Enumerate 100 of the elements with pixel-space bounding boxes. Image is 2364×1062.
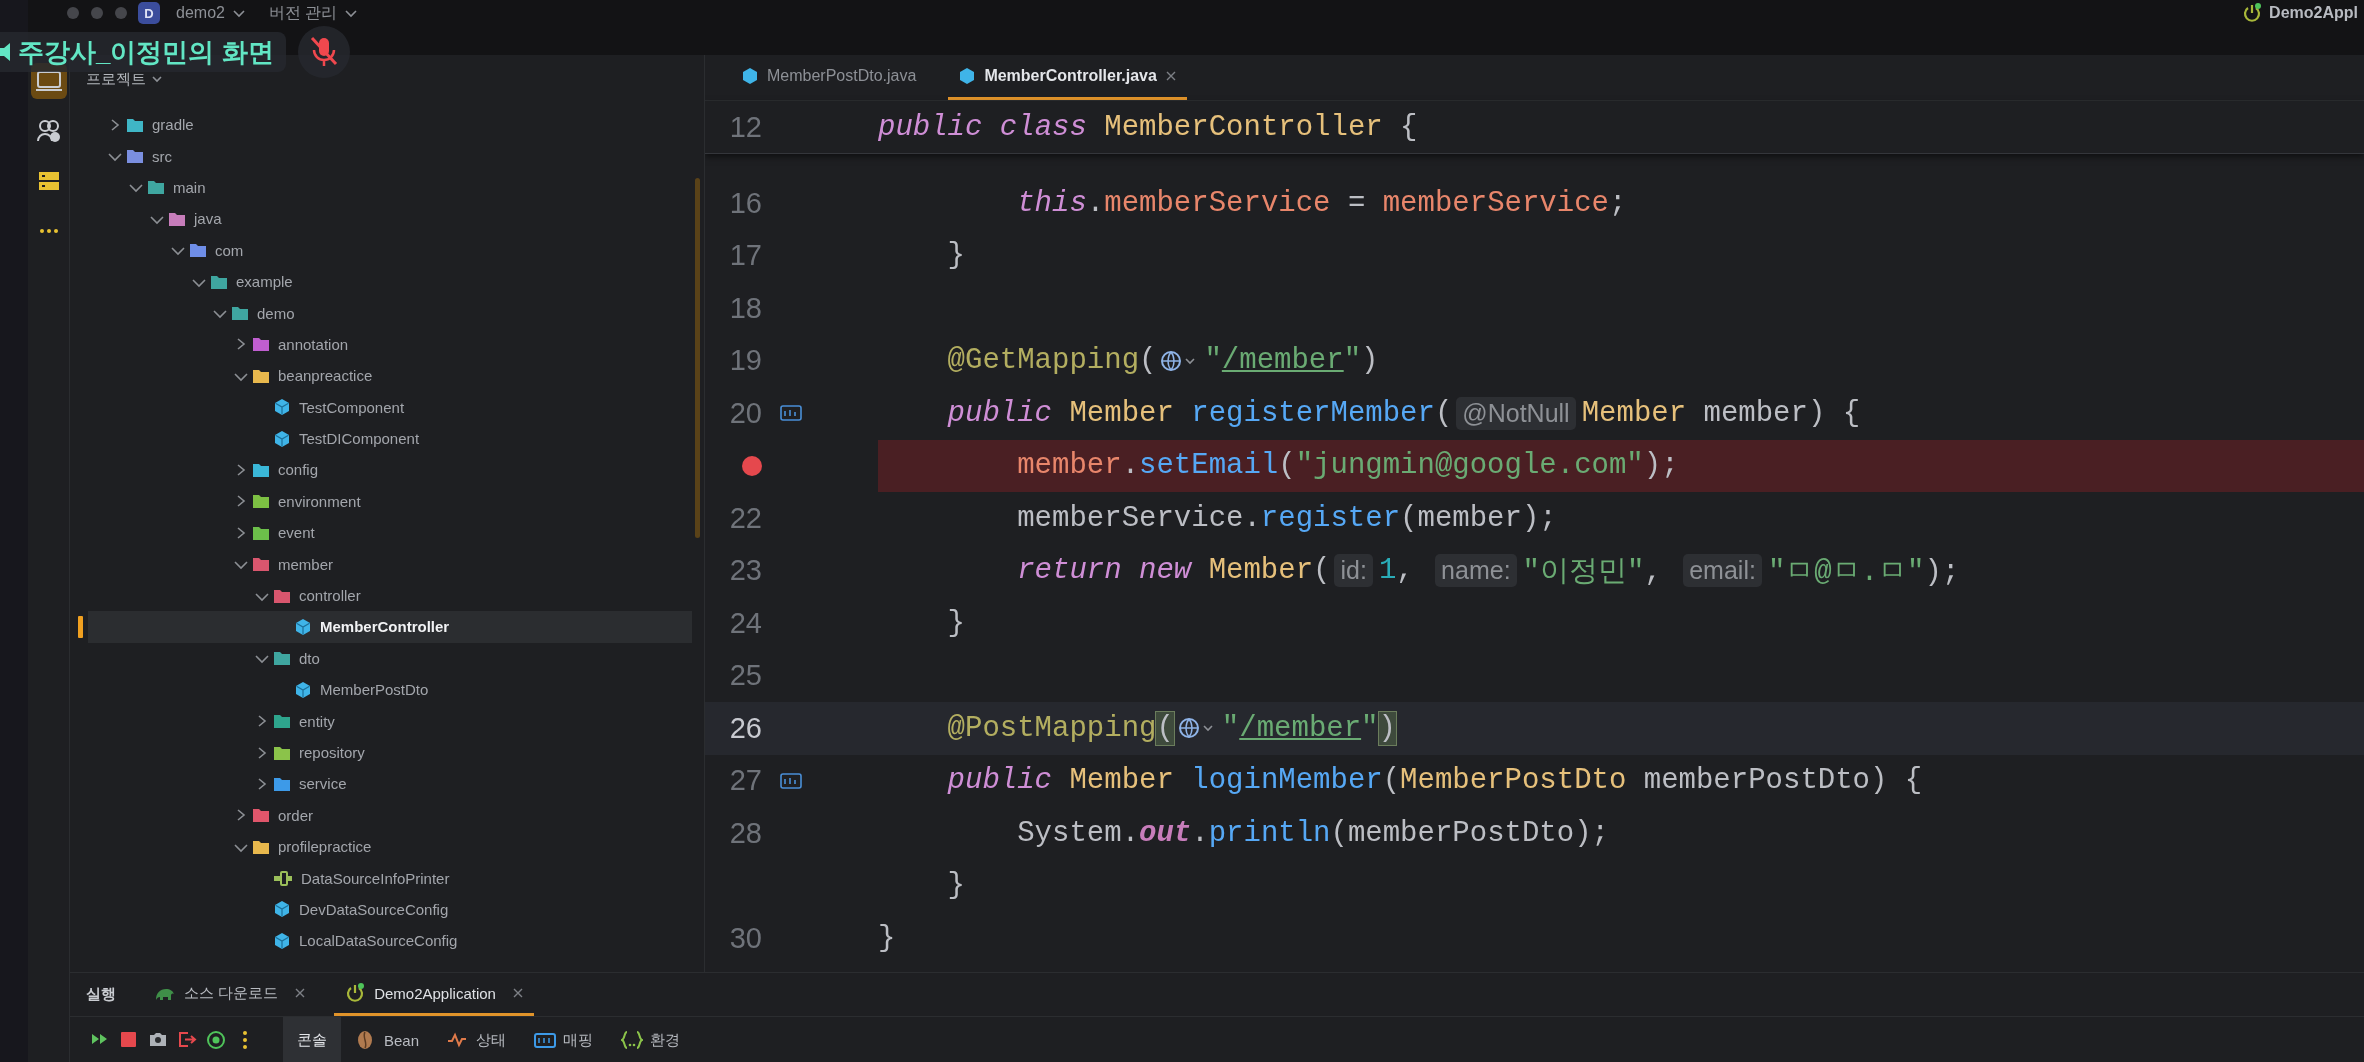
code-text: } bbox=[947, 606, 965, 640]
exit-icon[interactable] bbox=[177, 1030, 197, 1050]
tree-item[interactable]: member bbox=[88, 548, 692, 580]
run-tab[interactable]: Demo2Application bbox=[334, 973, 534, 1016]
tree-item[interactable]: com bbox=[88, 234, 692, 266]
view-tab[interactable]: 상태 bbox=[433, 1017, 521, 1062]
code-text: memberService.register(member); bbox=[1017, 501, 1557, 535]
tree-item[interactable]: gradle bbox=[88, 109, 692, 141]
tree-item[interactable]: DevDataSourceConfig bbox=[88, 893, 692, 926]
endpoint-icon[interactable] bbox=[780, 772, 802, 789]
line-number: 20 bbox=[729, 396, 762, 430]
code-text: Member member) { bbox=[1581, 396, 1861, 430]
view-tab[interactable]: 환경 bbox=[607, 1017, 695, 1062]
folder-icon bbox=[210, 273, 228, 290]
mapping-icon bbox=[534, 1030, 557, 1050]
code-text: System.out.println(memberPostDto); bbox=[1017, 816, 1609, 850]
endpoint-icon[interactable] bbox=[780, 405, 802, 422]
editor-tab[interactable]: MemberPostDto.java bbox=[731, 55, 927, 100]
tree-item[interactable]: profilepractice bbox=[88, 831, 692, 863]
tree-item[interactable]: controller bbox=[88, 579, 692, 612]
line-number: 22 bbox=[729, 501, 762, 535]
tree-item[interactable]: LocalDataSourceConfig bbox=[88, 925, 692, 957]
tree-item[interactable]: repository bbox=[88, 736, 692, 769]
power-icon bbox=[2241, 2, 2264, 24]
tree-item[interactable]: environment bbox=[88, 485, 692, 518]
folder-icon bbox=[252, 524, 270, 541]
project-dropdown[interactable]: demo2 bbox=[170, 2, 253, 24]
class-icon bbox=[273, 429, 291, 448]
vcs-dropdown[interactable]: 버전 관리 bbox=[262, 2, 366, 24]
folder-icon bbox=[273, 775, 291, 792]
close-icon[interactable] bbox=[1164, 70, 1177, 82]
tree-item[interactable]: event bbox=[88, 517, 692, 549]
scrollbar-thumb[interactable] bbox=[695, 178, 700, 538]
inlay-hint: email: bbox=[1683, 554, 1762, 588]
code-text: @GetMapping( bbox=[947, 344, 1157, 378]
tree-item[interactable]: src bbox=[88, 140, 692, 172]
tree-item[interactable]: demo bbox=[88, 297, 692, 329]
run-config-dropdown[interactable]: Demo2Appl bbox=[2235, 2, 2364, 24]
tree-item[interactable]: service bbox=[88, 768, 692, 800]
line-number: 23 bbox=[729, 554, 762, 588]
tree-item[interactable]: beanpreactice bbox=[88, 360, 692, 392]
folder-icon bbox=[126, 148, 144, 165]
folder-icon bbox=[252, 462, 270, 478]
tree-item[interactable]: TestComponent bbox=[88, 391, 692, 423]
tree-item[interactable]: java bbox=[88, 203, 692, 235]
tree-item[interactable]: example bbox=[88, 265, 692, 298]
folder-icon bbox=[273, 713, 291, 730]
tree-item[interactable]: order bbox=[88, 799, 692, 831]
project-view-dropdown[interactable]: 프로젝트 bbox=[86, 68, 164, 90]
people-icon bbox=[34, 117, 63, 145]
line-number: 18 bbox=[729, 291, 762, 325]
breakpoint-icon[interactable] bbox=[742, 455, 762, 476]
folder-icon bbox=[252, 367, 270, 384]
stop-icon[interactable] bbox=[119, 1030, 139, 1050]
close-icon[interactable] bbox=[294, 987, 307, 999]
tree-item[interactable]: config bbox=[88, 454, 692, 486]
tree-item[interactable]: TestDIComponent bbox=[88, 422, 692, 455]
view-tab[interactable]: 매핑 bbox=[520, 1017, 608, 1062]
line-number: 16 bbox=[729, 186, 762, 220]
line-number: 26 bbox=[729, 711, 762, 745]
line-number: 30 bbox=[729, 921, 762, 955]
code-text: } bbox=[947, 869, 965, 903]
code-text: this.memberService = memberService; bbox=[1017, 186, 1627, 220]
view-tab[interactable]: Bean bbox=[341, 1017, 434, 1062]
folder-icon bbox=[273, 587, 291, 604]
code-text: "ㅁ@ㅁ.ㅁ"); bbox=[1767, 554, 1960, 591]
code-text: return new Member( bbox=[1017, 554, 1331, 588]
folder-icon bbox=[273, 650, 291, 667]
folder-icon bbox=[273, 744, 291, 761]
folder-icon bbox=[231, 305, 249, 322]
folder-icon bbox=[252, 807, 270, 824]
tree-item[interactable]: dto bbox=[88, 642, 692, 675]
change-marker bbox=[78, 616, 83, 639]
panel-title: 실행 bbox=[86, 985, 116, 1004]
run-tab[interactable]: 소스 다운로드 bbox=[144, 973, 317, 1016]
tree-item[interactable]: MemberPostDto bbox=[88, 674, 692, 706]
power-icon bbox=[344, 982, 367, 1004]
tree-item[interactable]: entity bbox=[88, 705, 692, 737]
line-number: 28 bbox=[729, 816, 762, 850]
view-tab[interactable]: 콘솔 bbox=[283, 1017, 341, 1062]
braces-icon bbox=[621, 1030, 644, 1050]
code-text: "이정민", bbox=[1522, 554, 1663, 591]
code-text: public Member registerMember( bbox=[947, 396, 1453, 430]
close-icon[interactable] bbox=[511, 987, 524, 999]
class-icon bbox=[294, 617, 312, 636]
tree-item[interactable]: main bbox=[88, 171, 692, 204]
line-number: 24 bbox=[729, 606, 762, 640]
code-text: public class MemberController { bbox=[878, 110, 1418, 144]
line-number: 17 bbox=[729, 239, 762, 273]
tree-item[interactable]: DataSourceInfoPrinter bbox=[88, 862, 692, 894]
inlay-hint: name: bbox=[1435, 554, 1517, 588]
status-icon[interactable] bbox=[206, 1030, 226, 1050]
project-badge: D bbox=[138, 2, 160, 24]
inlay-hint: @NotNull bbox=[1456, 396, 1576, 430]
class-icon bbox=[294, 680, 312, 699]
code-text: "/member") bbox=[1221, 711, 1396, 745]
folder-icon bbox=[147, 179, 165, 196]
class-icon bbox=[273, 900, 291, 919]
folder-icon bbox=[252, 838, 270, 855]
tree-item[interactable]: annotation bbox=[88, 328, 692, 361]
